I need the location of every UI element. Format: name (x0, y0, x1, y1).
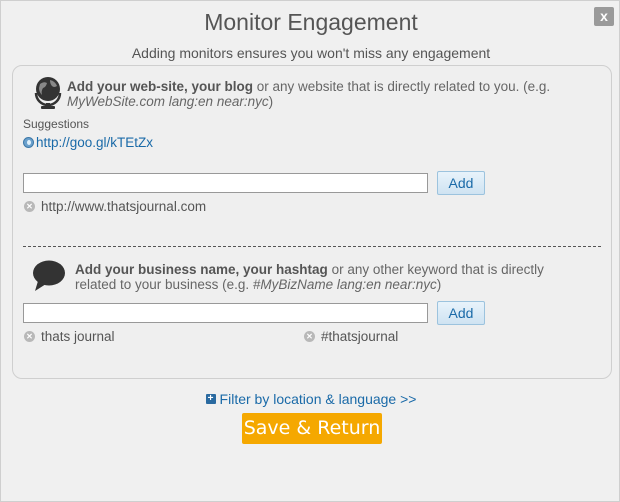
suggestion-link[interactable]: http://goo.gl/kTEtZx (23, 135, 153, 150)
website-description-example: MyWebSite.com lang:en near:nyc (67, 94, 269, 109)
keyword-tag-2: ✕ #thatsjournal (304, 329, 398, 344)
website-add-button[interactable]: Add (437, 171, 485, 195)
dialog-subtitle: Adding monitors ensures you won't miss a… (131, 45, 491, 61)
website-tag-1: ✕ http://www.thatsjournal.com (24, 199, 206, 214)
monitor-engagement-dialog: x Monitor Engagement Adding monitors ens… (0, 0, 620, 502)
keyword-description: Add your business name, your hashtag or … (75, 262, 575, 292)
globe-icon (34, 77, 62, 109)
speech-bubble-icon (33, 260, 65, 291)
suggestion-link-text: http://goo.gl/kTEtZx (36, 135, 154, 150)
keyword-description-bold: Add your business name, your hashtag (75, 262, 328, 277)
filter-location-language: + Filter by location & language >> (1, 388, 620, 407)
website-description-text: or any website that is directly related … (253, 79, 551, 94)
keyword-tag-1: ✕ thats journal (24, 329, 115, 344)
globe-small-icon (23, 137, 34, 148)
dialog-title: Monitor Engagement (204, 9, 418, 35)
remove-icon[interactable]: ✕ (24, 331, 35, 342)
remove-icon[interactable]: ✕ (24, 201, 35, 212)
plus-icon: + (205, 394, 216, 404)
website-description: Add your web-site, your blog or any webs… (67, 79, 587, 109)
website-tag-label: http://www.thatsjournal.com (41, 199, 207, 214)
keyword-description-example: #MyBizName lang:en near:nyc (252, 277, 437, 292)
keyword-input[interactable] (23, 303, 428, 323)
keyword-description-end: ) (436, 277, 442, 292)
website-description-end: ) (268, 94, 274, 109)
save-return-button[interactable]: Save & Return (242, 413, 382, 444)
website-input[interactable] (23, 173, 428, 193)
monitor-panel: Add your web-site, your blog or any webs… (12, 65, 612, 379)
keyword-tag-label: #thatsjournal (321, 329, 399, 344)
section-divider (23, 246, 601, 247)
remove-icon[interactable]: ✕ (304, 331, 315, 342)
keyword-tag-label: thats journal (41, 329, 115, 344)
filter-link[interactable]: + Filter by location & language >> (205, 391, 417, 407)
website-description-bold: Add your web-site, your blog (67, 79, 254, 94)
keyword-add-button[interactable]: Add (437, 301, 485, 325)
filter-link-text: Filter by location & language >> (219, 391, 417, 407)
suggestions-label: Suggestions (23, 117, 90, 131)
